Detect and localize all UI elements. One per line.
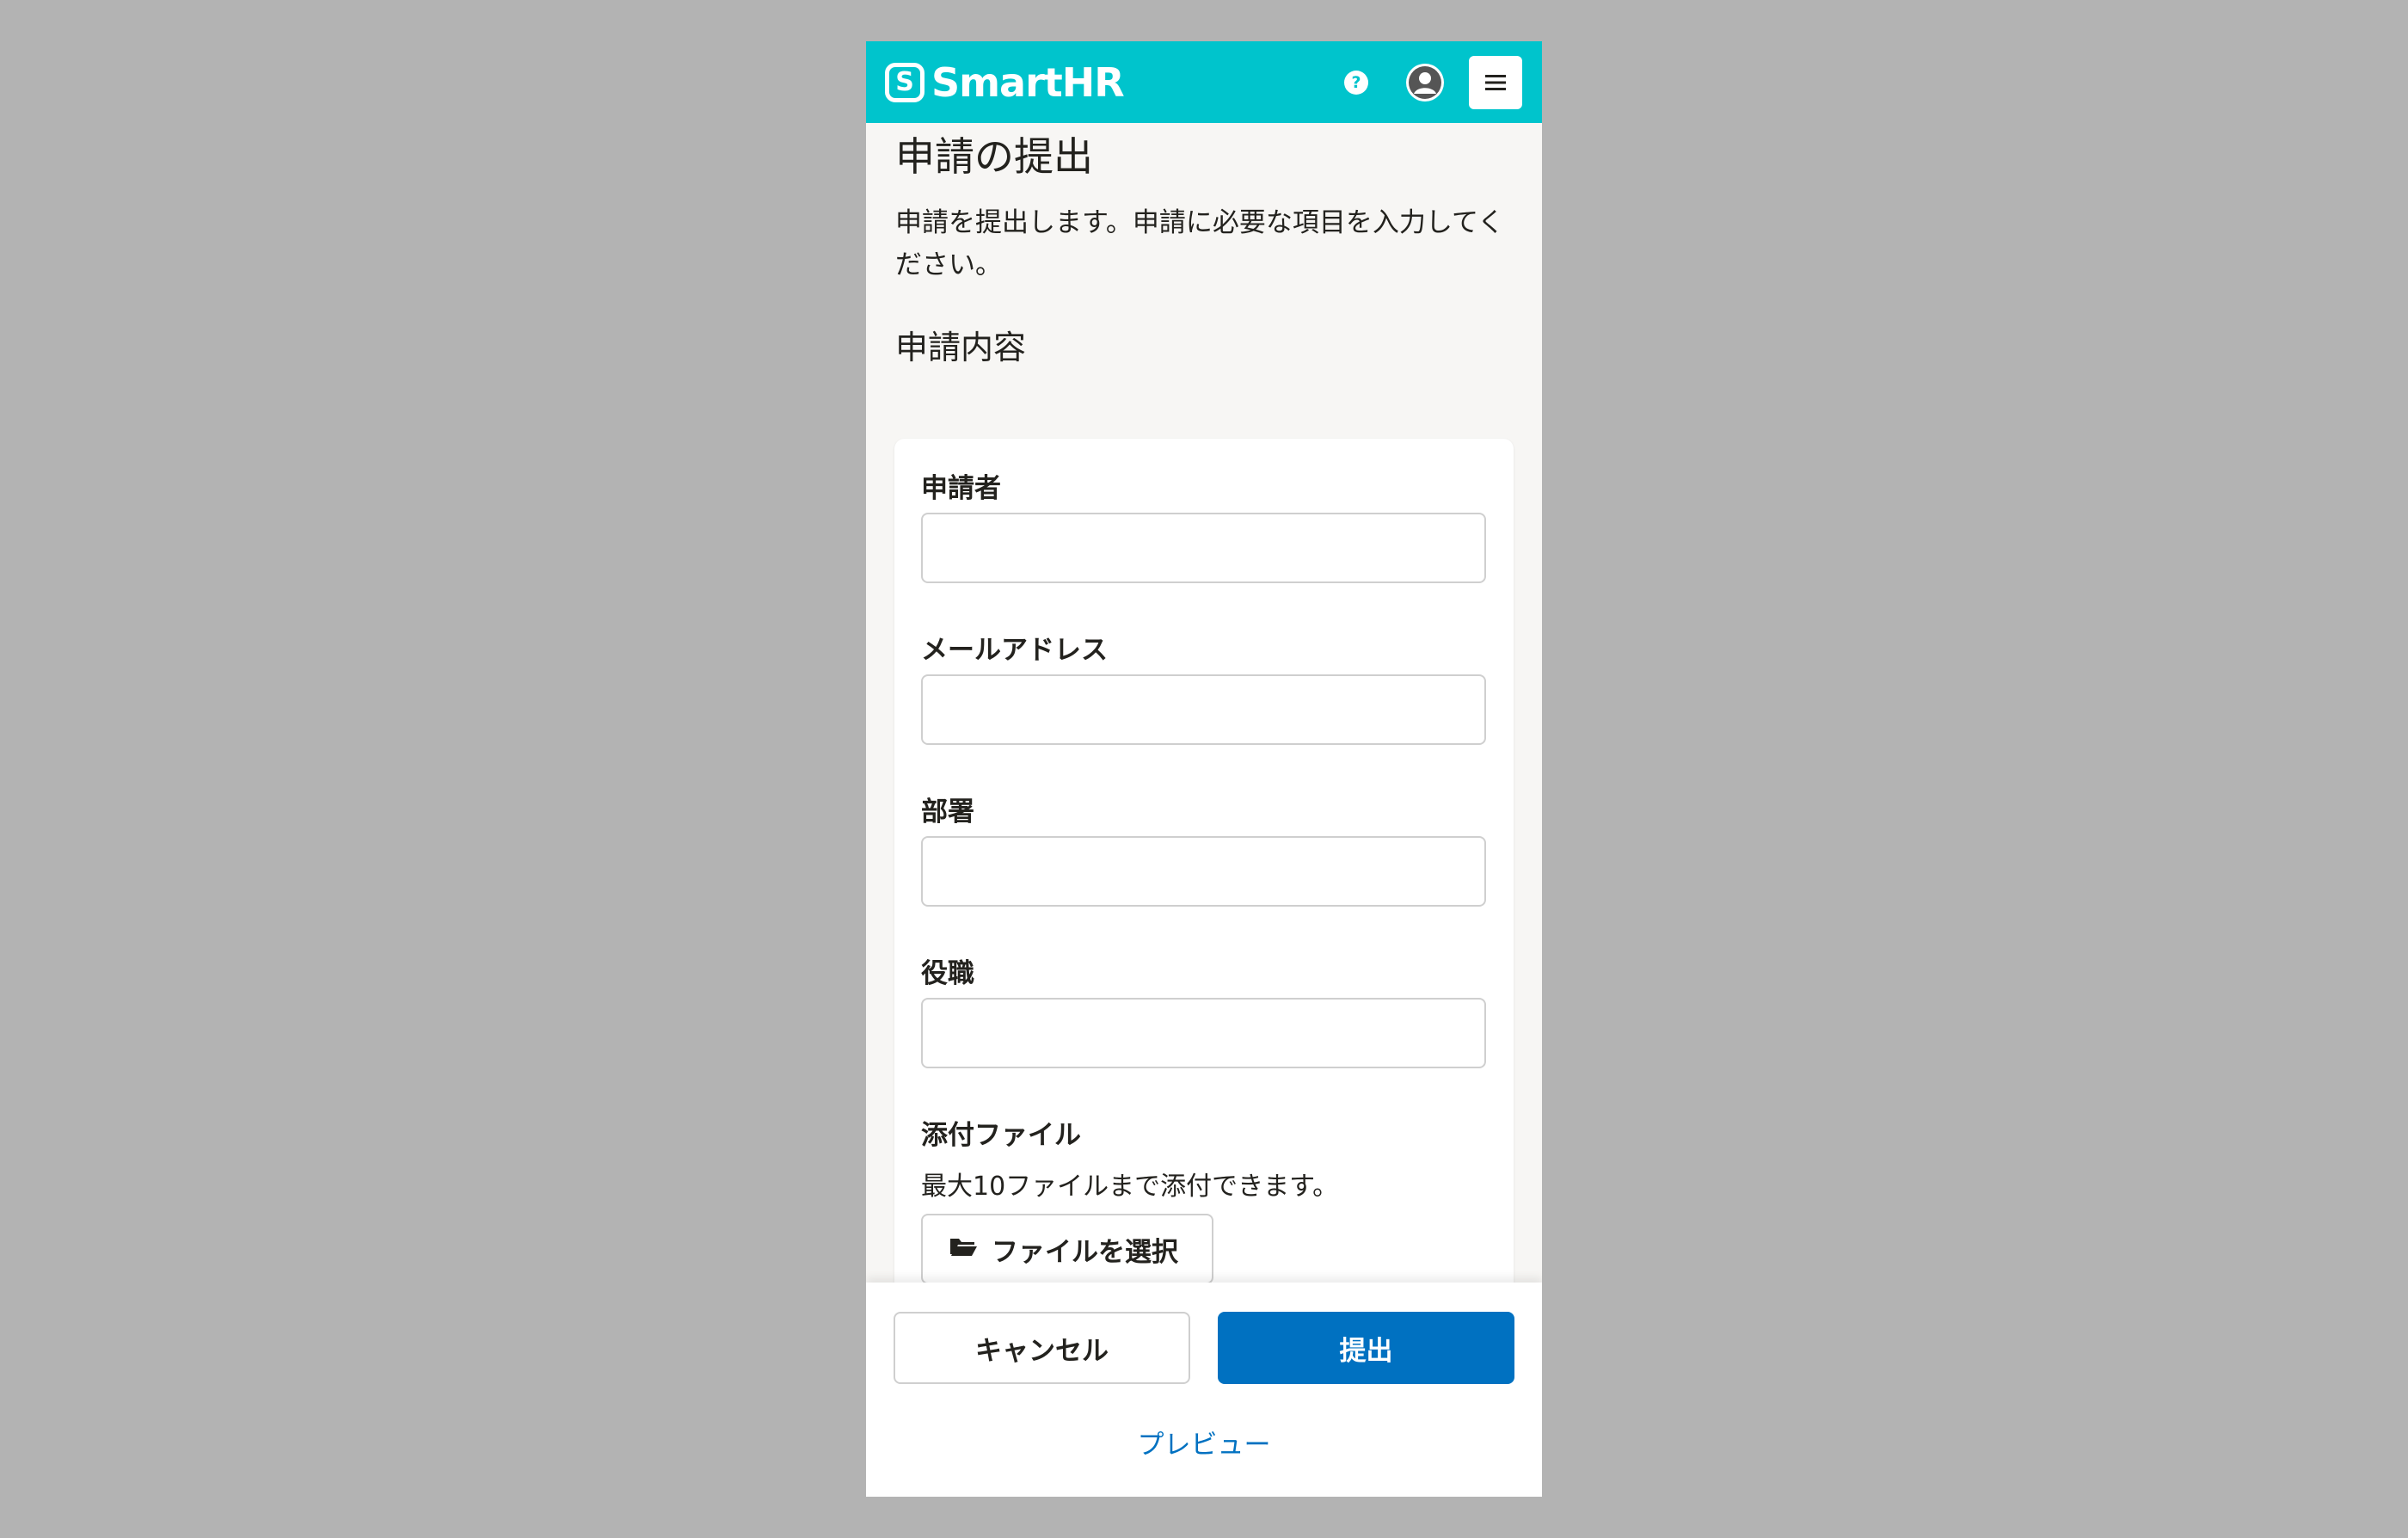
hamburger-menu-button[interactable] [1469, 56, 1522, 109]
folder-open-icon [949, 1233, 978, 1264]
attachment-label: 添付ファイル [921, 1120, 1081, 1151]
page-description: 申請を提出します。申請に必要な項目を入力してください。 [895, 207, 1505, 280]
job-title-input[interactable] [921, 998, 1486, 1068]
applicant-input[interactable] [921, 513, 1486, 583]
select-file-label: ファイルを選択 [992, 1236, 1178, 1268]
select-file-button[interactable]: ファイルを選択 [921, 1214, 1213, 1284]
applicant-label: 申請者 [921, 473, 1001, 504]
app-header: S SmartHR ? [866, 41, 1542, 123]
department-label: 部署 [921, 797, 974, 827]
brand-name: SmartHR [931, 59, 1125, 106]
preview-link[interactable]: プレビュー [866, 1423, 1542, 1461]
job-title-label: 役職 [921, 958, 974, 989]
email-label: メールアドレス [921, 635, 1108, 666]
account-icon[interactable] [1406, 64, 1444, 102]
submit-button[interactable]: 提出 [1218, 1312, 1514, 1384]
cancel-button[interactable]: キャンセル [894, 1312, 1190, 1384]
section-title: 申請内容 [895, 329, 1027, 366]
action-footer: キャンセル 提出 プレビュー [866, 1283, 1542, 1497]
attachment-help-text: 最大10ファイルまで添付できます。 [921, 1172, 1339, 1202]
help-icon[interactable]: ? [1344, 71, 1368, 95]
smarthr-logo[interactable]: S SmartHR [885, 59, 1125, 106]
mobile-viewport: S SmartHR ? 申請の提出 申請を提出します。申請に必要な項目を入力して… [866, 41, 1542, 1497]
hamburger-menu-icon [1485, 75, 1506, 90]
smarthr-logo-mark: S [885, 63, 924, 102]
application-form-card: 申請者 メールアドレス 部署 役職 添付ファイル 最大10ファイルまで添付できま… [894, 439, 1514, 1385]
email-input[interactable] [921, 674, 1486, 745]
page-title: 申請の提出 [895, 133, 1093, 180]
department-input[interactable] [921, 836, 1486, 907]
